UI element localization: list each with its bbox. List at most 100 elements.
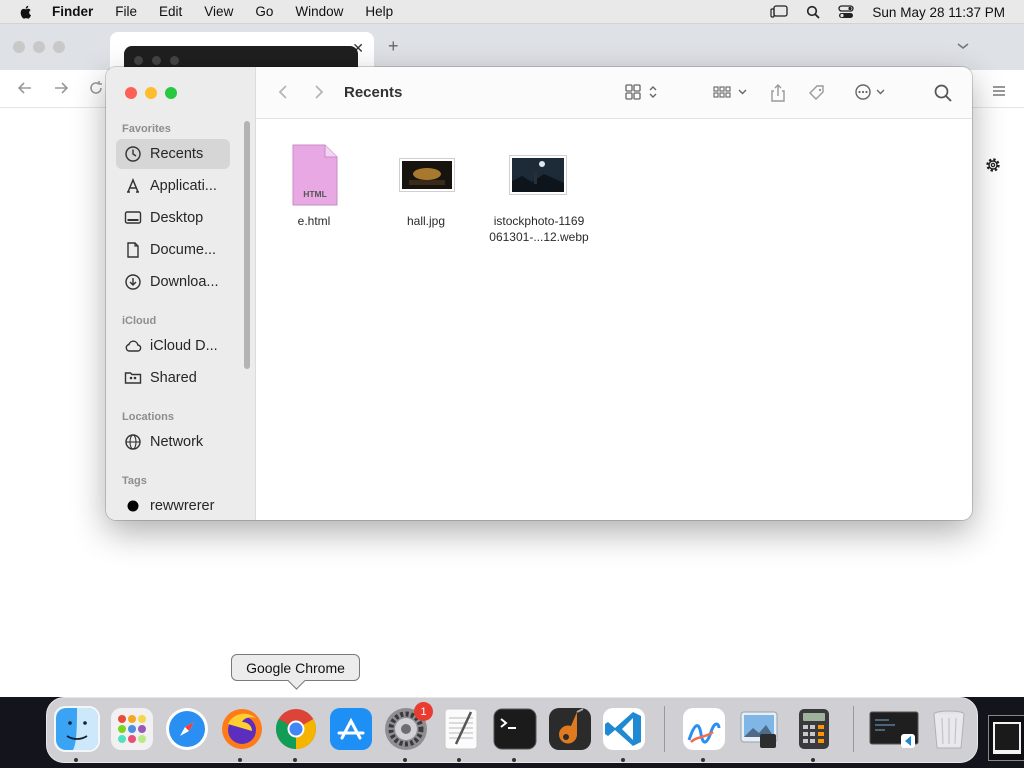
sidebar-item-documents[interactable]: Docume... [116,235,230,265]
launchpad-icon[interactable] [109,706,155,752]
applications-icon [127,178,139,193]
tag-icon[interactable] [807,83,827,103]
html-file-icon[interactable]: HTML [292,144,338,211]
firefox-icon[interactable] [219,706,265,752]
window-title: Recents [344,84,403,101]
garageband-icon[interactable] [547,706,593,752]
sidebar-item-applications[interactable]: Applicati... [116,171,230,201]
running-indicator [701,758,705,762]
dock-tooltip: Google Chrome [231,654,360,681]
window-close-button[interactable] [125,87,137,99]
running-indicator [238,758,242,762]
running-indicator [403,758,407,762]
image-thumbnail[interactable] [399,158,455,197]
control-center-icon[interactable] [838,5,855,19]
sidebar-item-label: Network [150,434,204,450]
image-thumbnail[interactable] [509,155,567,200]
sidebar-item-recents[interactable]: Recents [116,139,230,169]
menu-clock[interactable]: Sun May 28 11:37 PM [872,5,1005,20]
more-actions-icon[interactable] [854,83,890,101]
sidebar-item-label: Applicati... [150,178,217,194]
textedit-icon[interactable] [438,706,484,752]
sidebar-item-shared[interactable]: Shared [116,363,230,393]
menu-edit[interactable]: Edit [159,4,182,19]
forward-icon[interactable] [312,83,326,101]
sidebar-item-label: Desktop [150,210,204,226]
sidebar-item-tag[interactable]: rewwrerer [116,491,230,520]
menu-go[interactable]: Go [255,4,273,19]
file-name[interactable]: e.html [264,213,364,229]
finder-icon[interactable] [54,706,100,752]
sidebar-item-label: Recents [150,146,204,162]
window-minimize-button[interactable] [145,87,157,99]
tab-search-chevron-icon[interactable] [956,38,970,56]
finder-window: Favorites Recents Applicati... Desktop D… [106,67,972,520]
chrome-icon[interactable] [273,706,319,752]
preview-icon[interactable] [736,706,782,752]
tag-dot-icon [127,500,139,512]
share-icon[interactable] [769,83,787,103]
sidebar-item-label: Docume... [150,242,217,258]
finder-toolbar: Recents [256,67,972,119]
browser-minimize-button[interactable] [33,41,45,53]
sidebar-item-label: iCloud D... [150,338,218,354]
sidebar-section-favorites: Favorites [122,123,171,135]
file-name-line: 061301-...12.webp [489,230,589,244]
menu-help[interactable]: Help [365,4,393,19]
shared-folder-icon [124,372,142,384]
menu-app-name[interactable]: Finder [52,4,93,19]
sidebar-section-locations: Locations [122,411,174,423]
running-indicator [293,758,297,762]
running-indicator [811,758,815,762]
sidebar-item-desktop[interactable]: Desktop [116,203,230,233]
sidebar-item-label: rewwrerer [150,498,215,514]
window-dot [134,56,143,65]
sidebar-section-icloud: iCloud [122,315,157,327]
browser-zoom-button[interactable] [53,41,65,53]
group-by-icon[interactable] [712,83,752,101]
dock-separator [853,706,854,752]
sidebar-item-label: Shared [150,370,197,386]
window-dot [152,56,161,65]
desktop-window-thumbnail[interactable] [988,715,1024,761]
sidebar-item-network[interactable]: Network [116,427,230,457]
stage-manager-icon[interactable] [770,5,789,19]
search-icon[interactable] [933,83,953,103]
sidebar-item-label: Downloa... [150,274,219,290]
menu-window[interactable]: Window [295,4,343,19]
menu-view[interactable]: View [204,4,233,19]
sidebar-section-tags: Tags [122,475,147,487]
file-name[interactable]: hall.jpg [376,213,476,229]
window-zoom-button[interactable] [165,87,177,99]
sidebar-item-icloud-drive[interactable]: iCloud D... [116,331,230,361]
running-indicator [621,758,625,762]
menu-file[interactable]: File [115,4,137,19]
browser-forward-icon[interactable] [52,79,70,102]
file-name[interactable]: istockphoto-1169 061301-...12.webp [478,213,600,245]
safari-icon[interactable] [164,706,210,752]
browser-back-icon[interactable] [16,79,34,102]
clock-icon [125,146,141,162]
app-store-icon[interactable] [328,706,374,752]
vscode-icon[interactable] [601,706,647,752]
minimized-vscode-window-icon[interactable] [869,706,919,752]
finder-sidebar: Favorites Recents Applicati... Desktop D… [106,67,256,520]
sidebar-item-downloads[interactable]: Downloa... [116,267,230,297]
download-icon [125,274,141,290]
cloud-icon [125,340,142,352]
apple-icon[interactable] [18,4,34,20]
terminal-icon[interactable] [492,706,538,752]
browser-close-button[interactable] [13,41,25,53]
globe-icon [125,434,141,450]
customize-gear-icon[interactable] [985,157,1001,178]
calculator-icon[interactable] [791,706,837,752]
freeform-icon[interactable] [681,706,727,752]
browser-menu-icon[interactable] [992,84,1006,102]
spotlight-search-icon[interactable] [806,5,821,19]
view-grid-icon[interactable] [624,83,664,101]
new-tab-icon[interactable]: + [388,36,399,57]
back-icon[interactable] [276,83,290,101]
browser-reload-icon[interactable] [87,79,105,102]
trash-icon[interactable] [926,706,972,752]
sidebar-scrollbar[interactable] [244,121,250,369]
